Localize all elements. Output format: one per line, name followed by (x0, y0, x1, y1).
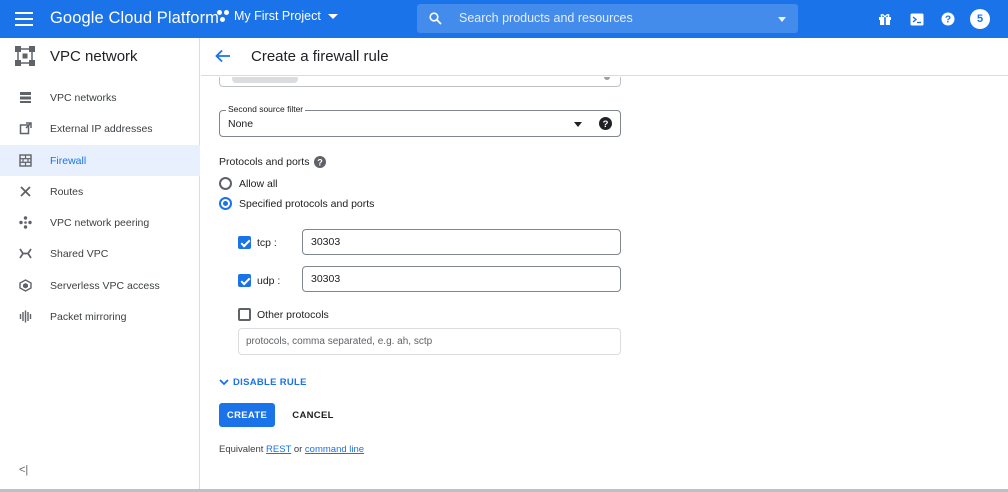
vpc-networks-icon (20, 92, 31, 103)
svg-text:?: ? (318, 157, 324, 167)
peering-icon (19, 216, 32, 229)
sidebar-item-label: External IP addresses (50, 123, 153, 136)
equivalent-links: Equivalent REST or command line (219, 444, 364, 455)
top-app-bar: Google Cloud Platform My First Project ?… (0, 0, 1008, 38)
page-header: Create a firewall rule (201, 38, 1008, 76)
page-title: Create a firewall rule (251, 48, 389, 65)
command-line-link[interactable]: command line (305, 444, 364, 455)
sidebar-item-shared-vpc[interactable]: Shared VPC (0, 238, 200, 269)
other-protocols-checkbox[interactable] (238, 308, 251, 321)
project-icon (217, 10, 229, 22)
disable-rule-label: DISABLE RULE (233, 377, 307, 388)
chevron-down-icon (574, 122, 582, 127)
menu-icon[interactable] (15, 12, 33, 26)
avatar[interactable]: 5 (970, 9, 990, 29)
sidebar-item-label: Firewall (50, 154, 87, 167)
protocols-ports-title: Protocols and ports (219, 156, 310, 168)
equivalent-prefix: Equivalent (219, 444, 264, 455)
sidebar-item-label: VPC network peering (50, 217, 150, 230)
source-filter-field[interactable] (219, 77, 621, 87)
sidebar-item-vpc-peering[interactable]: VPC network peering (0, 207, 200, 238)
sidebar-item-label: Routes (50, 185, 84, 198)
second-source-filter-label: Second source filter (226, 104, 306, 114)
routes-icon (20, 186, 31, 197)
field-handle (604, 77, 610, 80)
shared-vpc-icon (19, 249, 32, 259)
udp-ports-input[interactable] (302, 266, 621, 292)
second-source-filter-value: None (228, 118, 254, 130)
create-button[interactable]: CREATE (219, 403, 275, 427)
gift-icon[interactable] (876, 10, 894, 28)
disable-rule-toggle[interactable]: DISABLE RULE (219, 377, 307, 388)
sidebar-item-label: Shared VPC (50, 248, 109, 261)
udp-label: udp : (257, 274, 281, 287)
search-dropdown-icon[interactable] (778, 17, 786, 22)
sidebar-item-label: Serverless VPC access (50, 279, 160, 292)
search-icon (429, 12, 442, 25)
svg-text:?: ? (603, 119, 609, 130)
help-circle-icon[interactable]: ? (314, 156, 327, 168)
protocols-ports-heading: Protocols and ports ? (219, 156, 327, 168)
sidebar-item-serverless-vpc[interactable]: Serverless VPC access (0, 270, 200, 301)
firewall-icon (19, 153, 32, 167)
search-input[interactable] (459, 9, 759, 27)
tcp-checkbox[interactable] (238, 236, 251, 249)
second-source-filter-select[interactable]: Second source filter None ? (219, 104, 621, 137)
sidebar-item-external-ip[interactable]: External IP addresses (0, 113, 200, 144)
sidebar: VPC network VPC networks External IP add… (0, 38, 200, 492)
project-name: My First Project (234, 9, 321, 23)
serverless-icon (19, 278, 32, 292)
sidebar-header: VPC network (0, 38, 200, 76)
sidebar-item-label: VPC networks (50, 92, 117, 104)
sidebar-item-packet-mirroring[interactable]: Packet mirroring (0, 301, 200, 332)
radio-allow-all-label: Allow all (239, 177, 278, 190)
back-arrow-icon[interactable] (215, 49, 231, 63)
firewall-form: Second source filter None ? Protocols an… (201, 77, 1008, 492)
other-protocols-label: Other protocols (257, 308, 329, 321)
chevron-down-icon (327, 13, 338, 19)
equivalent-or: or (293, 444, 303, 455)
tcp-checkbox-row[interactable]: tcp : (238, 236, 277, 249)
field-chip (232, 77, 298, 83)
help-icon[interactable]: ? (939, 10, 957, 28)
vpc-network-product-icon (15, 46, 35, 66)
external-ip-icon (19, 122, 32, 135)
sidebar-item-vpc-networks[interactable]: VPC networks (0, 82, 200, 113)
radio-button[interactable] (219, 177, 232, 190)
cancel-button[interactable]: CANCEL (285, 403, 341, 427)
brand-title[interactable]: Google Cloud Platform (50, 9, 219, 28)
other-protocols-input[interactable] (238, 328, 621, 355)
svg-text:?: ? (945, 15, 951, 26)
project-selector[interactable]: My First Project (217, 9, 338, 23)
other-protocols-row[interactable]: Other protocols (238, 308, 329, 321)
sidebar-nav: VPC networks External IP addresses Firew… (0, 82, 200, 332)
radio-specified-label: Specified protocols and ports (239, 197, 375, 210)
search-bar[interactable] (417, 4, 798, 33)
collapse-sidebar-icon[interactable]: <| (19, 464, 28, 476)
sidebar-item-label: Packet mirroring (50, 311, 127, 324)
help-circle-icon[interactable]: ? (599, 117, 612, 130)
radio-button-selected[interactable] (219, 197, 232, 210)
udp-checkbox[interactable] (238, 274, 251, 287)
radio-allow-all[interactable]: Allow all (219, 177, 278, 190)
chevron-down-icon (219, 379, 229, 386)
rest-link[interactable]: REST (266, 444, 291, 455)
sidebar-item-firewall[interactable]: Firewall (0, 144, 200, 176)
packet-mirroring-icon (19, 310, 32, 323)
cloud-shell-icon[interactable] (908, 10, 926, 28)
tcp-ports-input[interactable] (302, 229, 621, 255)
tcp-label: tcp : (257, 236, 277, 249)
udp-checkbox-row[interactable]: udp : (238, 274, 280, 287)
sidebar-item-routes[interactable]: Routes (0, 176, 200, 207)
sidebar-title: VPC network (50, 48, 138, 65)
radio-specified-protocols[interactable]: Specified protocols and ports (219, 197, 374, 210)
